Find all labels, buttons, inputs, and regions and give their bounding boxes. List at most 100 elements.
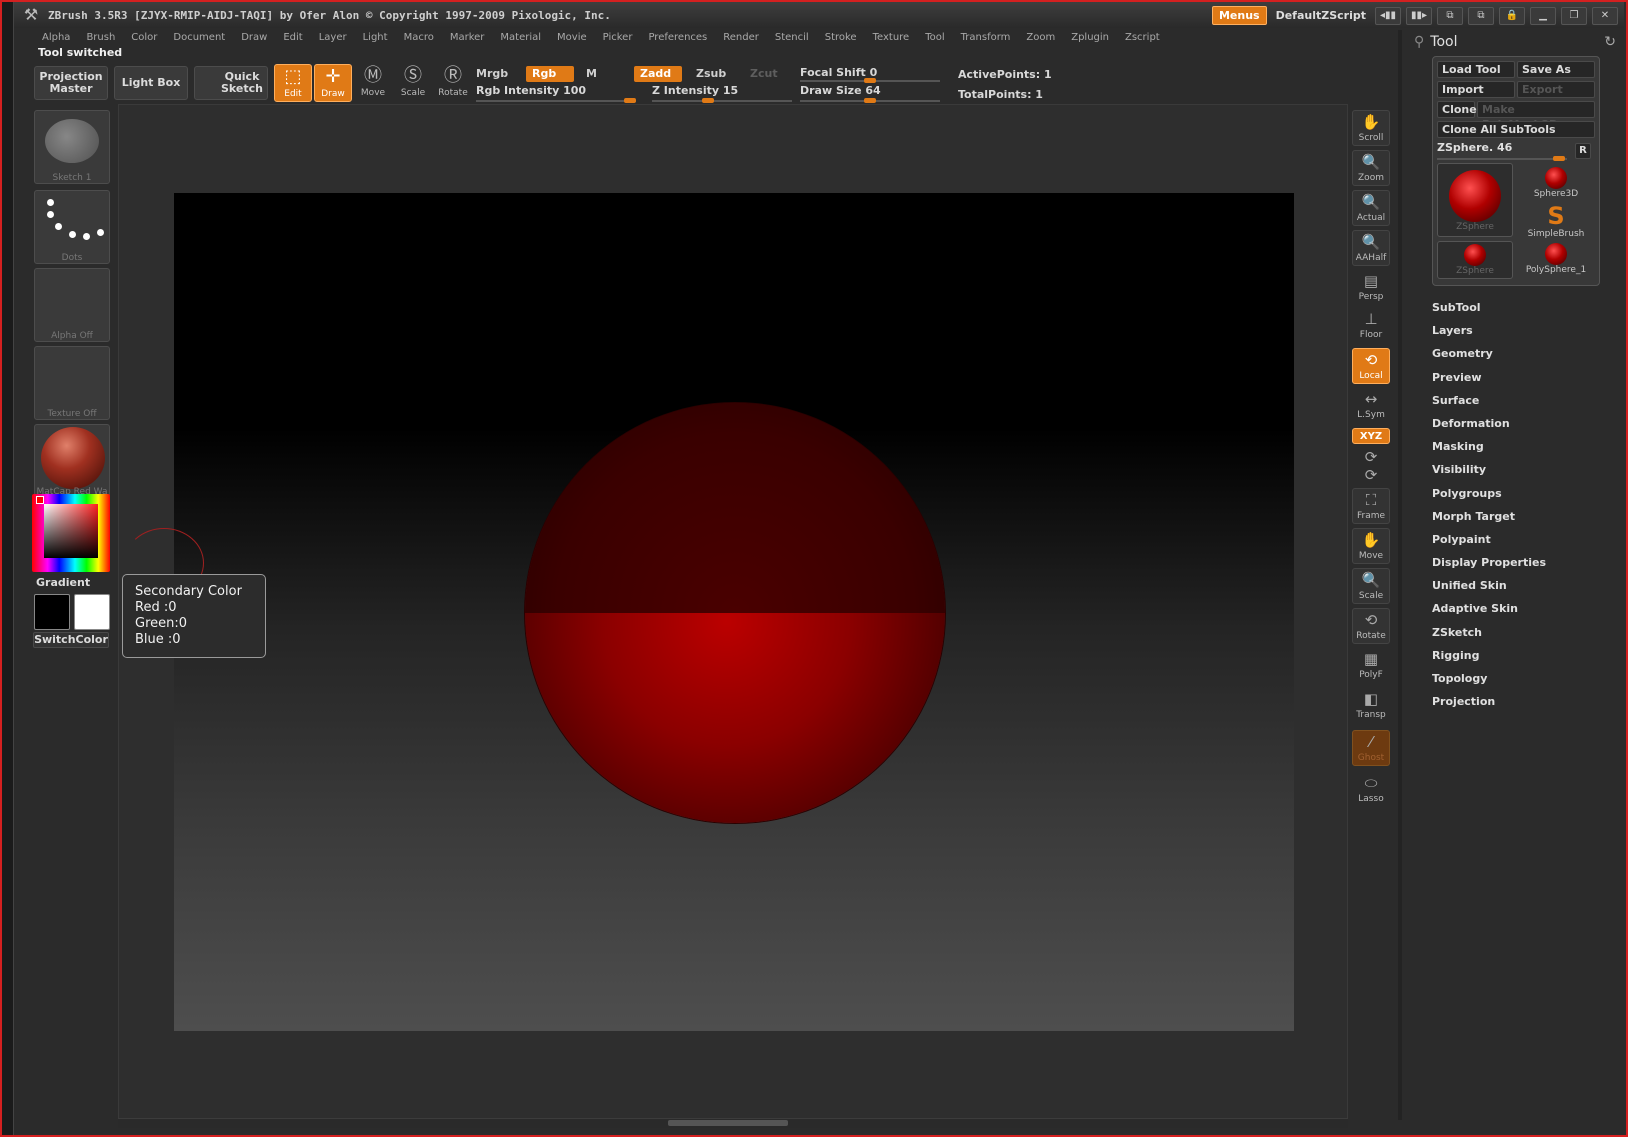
lasso-button[interactable]: ⬭ Lasso (1352, 772, 1390, 808)
menu-document[interactable]: Document (165, 32, 233, 43)
r-button[interactable]: R (1575, 143, 1591, 159)
tool-polysphere[interactable]: PolySphere_1 (1517, 241, 1595, 275)
restore-icon[interactable]: ❐ (1561, 6, 1587, 25)
tool-palette-header[interactable]: ⚲ Tool (1414, 34, 1457, 50)
subpalette-deformation[interactable]: Deformation (1432, 412, 1612, 435)
focal-shift-slider[interactable] (800, 78, 940, 83)
zsphere-slider-knob[interactable] (1553, 156, 1565, 161)
lsym-button[interactable]: ↔ L.Sym (1352, 388, 1390, 424)
default-zscript-button[interactable]: DefaultZScript (1272, 9, 1370, 22)
menu-brush[interactable]: Brush (78, 32, 123, 43)
menu-movie[interactable]: Movie (549, 32, 595, 43)
refresh-icon[interactable]: ↻ (1604, 34, 1616, 50)
scale-view-button[interactable]: 🔍 Scale (1352, 568, 1390, 604)
scale-mode-button[interactable]: Ⓢ Scale (394, 64, 432, 102)
rgb-intensity-knob[interactable] (624, 98, 636, 103)
ghost-button[interactable]: ⁄ Ghost (1352, 730, 1390, 766)
tool-simplebrush[interactable]: S SimpleBrush (1517, 203, 1595, 239)
xyz-button[interactable]: XYZ (1352, 428, 1390, 444)
scroll-button[interactable]: ✋ Scroll (1352, 110, 1390, 146)
export-button[interactable]: Export (1517, 81, 1595, 98)
color-picker-square[interactable] (44, 504, 98, 558)
menu-texture[interactable]: Texture (865, 32, 918, 43)
load-tool-button[interactable]: Load Tool (1437, 61, 1515, 78)
zcut-toggle[interactable]: Zcut (744, 66, 784, 82)
move-view-button[interactable]: ✋ Move (1352, 528, 1390, 564)
import-button[interactable]: Import (1437, 81, 1515, 98)
menu-picker[interactable]: Picker (595, 32, 641, 43)
panel-divider[interactable] (1398, 30, 1402, 1120)
subpalette-surface[interactable]: Surface (1432, 389, 1612, 412)
subpalette-zsketch[interactable]: ZSketch (1432, 621, 1612, 644)
mrgb-toggle[interactable]: Mrgb (470, 66, 514, 82)
zoom-button[interactable]: 🔍 Zoom (1352, 150, 1390, 186)
draw-size-slider[interactable] (800, 98, 940, 103)
subpalette-polypaint[interactable]: Polypaint (1432, 528, 1612, 551)
y-rotate-axis-button[interactable]: ⟳ (1352, 446, 1390, 466)
rotate-view-button[interactable]: ⟲ Rotate (1352, 608, 1390, 644)
subpalette-projection[interactable]: Projection (1432, 690, 1612, 713)
subpalette-preview[interactable]: Preview (1432, 366, 1612, 389)
local-button[interactable]: ⟲ Local (1352, 348, 1390, 384)
pin-icon[interactable]: ⚲ (1414, 34, 1424, 50)
menu-render[interactable]: Render (715, 32, 767, 43)
texture-thumbnail[interactable]: Texture Off (34, 346, 110, 420)
layout-a-icon[interactable]: ⧉ (1437, 6, 1463, 25)
menu-macro[interactable]: Macro (396, 32, 442, 43)
polyf-button[interactable]: ▦ PolyF (1352, 648, 1390, 684)
layout-next-icon[interactable]: ▮▮▸ (1406, 6, 1432, 25)
minimize-icon[interactable]: ▁ (1530, 6, 1556, 25)
menu-preferences[interactable]: Preferences (640, 32, 715, 43)
m-toggle[interactable]: M (580, 66, 603, 82)
subpalette-display-properties[interactable]: Display Properties (1432, 551, 1612, 574)
material-thumbnail[interactable]: MatCap Red Wa (34, 424, 110, 498)
menu-draw[interactable]: Draw (233, 32, 275, 43)
subpalette-subtool[interactable]: SubTool (1432, 296, 1612, 319)
actual-button[interactable]: 🔍 Actual (1352, 190, 1390, 226)
subpalette-layers[interactable]: Layers (1432, 319, 1612, 342)
bottom-tray-handle-bar[interactable] (118, 1118, 1348, 1128)
subpalette-visibility[interactable]: Visibility (1432, 458, 1612, 481)
menu-transform[interactable]: Transform (953, 32, 1019, 43)
z-intensity-knob[interactable] (702, 98, 714, 103)
lock-icon[interactable]: 🔒 (1499, 6, 1525, 25)
tray-toggle-handle[interactable] (668, 1120, 788, 1126)
brush-thumbnail[interactable]: Sketch 1 (34, 110, 110, 184)
menu-edit[interactable]: Edit (275, 32, 310, 43)
secondary-color-swatch[interactable] (74, 594, 110, 630)
menu-zscript[interactable]: Zscript (1117, 32, 1168, 43)
persp-button[interactable]: ▤ Persp (1352, 270, 1390, 306)
gradient-label[interactable]: Gradient (36, 576, 90, 589)
draw-mode-button[interactable]: ✛ Draw (314, 64, 352, 102)
aahalf-button[interactable]: 🔍 AAHalf (1352, 230, 1390, 266)
menu-tool[interactable]: Tool (917, 32, 952, 43)
menu-color[interactable]: Color (123, 32, 165, 43)
tool-zsphere[interactable]: ZSphere (1437, 241, 1513, 279)
switch-color-button[interactable]: SwitchColor (33, 632, 109, 648)
edit-mode-button[interactable]: ⬚ Edit (274, 64, 312, 102)
zsphere-slider[interactable] (1437, 156, 1567, 161)
zsphere-model[interactable] (525, 403, 945, 823)
subpalette-adaptive-skin[interactable]: Adaptive Skin (1432, 597, 1612, 620)
subpalette-morph-target[interactable]: Morph Target (1432, 505, 1612, 528)
z-intensity-slider[interactable] (652, 98, 792, 103)
layout-b-icon[interactable]: ⧉ (1468, 6, 1494, 25)
move-mode-button[interactable]: Ⓜ Move (354, 64, 392, 102)
close-icon[interactable]: ✕ (1592, 6, 1618, 25)
menu-layer[interactable]: Layer (311, 32, 355, 43)
z-rotate-axis-button[interactable]: ⟳ (1352, 464, 1390, 484)
primary-color-swatch[interactable] (34, 594, 70, 630)
rgb-toggle[interactable]: Rgb (526, 66, 574, 82)
subpalette-topology[interactable]: Topology (1432, 667, 1612, 690)
zadd-toggle[interactable]: Zadd (634, 66, 682, 82)
subpalette-geometry[interactable]: Geometry (1432, 342, 1612, 365)
subpalette-unified-skin[interactable]: Unified Skin (1432, 574, 1612, 597)
menu-zoom[interactable]: Zoom (1018, 32, 1063, 43)
quick-sketch-button[interactable]: Quick Sketch (194, 66, 268, 100)
rotate-mode-button[interactable]: Ⓡ Rotate (434, 64, 472, 102)
zsub-toggle[interactable]: Zsub (690, 66, 732, 82)
floor-button[interactable]: ⊥ Floor (1352, 308, 1390, 344)
tool-sphere3d[interactable]: Sphere3D (1517, 163, 1595, 199)
light-box-button[interactable]: Light Box (114, 66, 188, 100)
menu-alpha[interactable]: Alpha (34, 32, 78, 43)
